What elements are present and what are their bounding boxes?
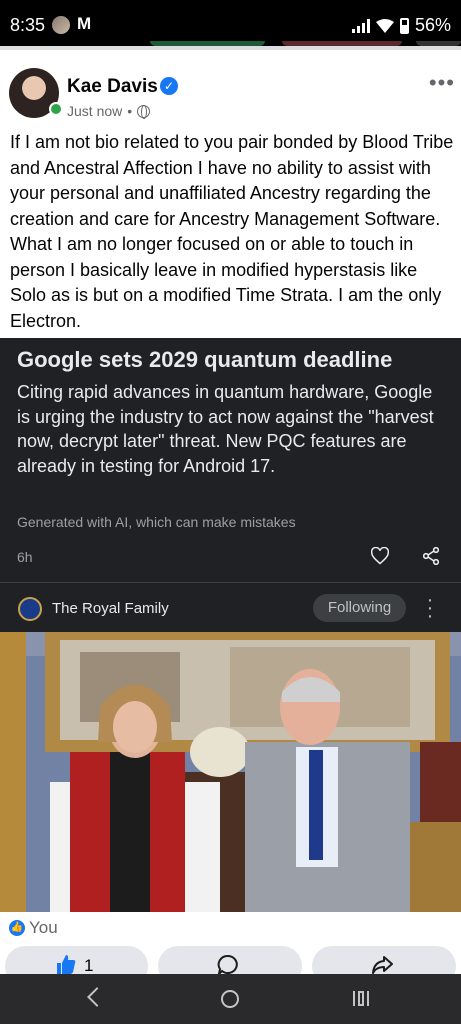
overflow-menu-icon[interactable]: · · ·	[422, 590, 438, 626]
battery-percent: 56%	[414, 15, 451, 35]
comment-icon	[217, 954, 238, 976]
online-status-dot	[49, 102, 63, 116]
status-time: 8:35	[10, 15, 46, 35]
status-bar: 8:35 M 56%	[0, 0, 461, 46]
like-badge-icon: 👍	[9, 920, 25, 936]
recent-apps-icon[interactable]	[353, 991, 369, 1006]
ai-disclaimer: Generated with AI, which can make mistak…	[17, 514, 296, 530]
battery-icon	[399, 17, 409, 34]
back-icon[interactable]	[87, 987, 107, 1007]
news-age: 6h	[17, 549, 33, 565]
globe-icon	[137, 104, 151, 119]
gmail-icon: M	[77, 14, 92, 33]
source-name[interactable]: The Royal Family	[52, 600, 169, 617]
post-timestamp[interactable]: Just now	[67, 103, 122, 119]
source-row: The Royal Family Following · · ·	[0, 582, 461, 632]
following-button[interactable]: Following	[313, 594, 406, 622]
news-summary: Citing rapid advances in quantum hardwar…	[17, 382, 434, 476]
reaction-summary[interactable]: You	[29, 918, 58, 938]
share-arrow-icon	[372, 956, 393, 974]
reactions-bar: 👍 You 1	[0, 912, 461, 986]
meta-separator: •	[127, 103, 133, 119]
share-icon[interactable]	[423, 547, 439, 565]
author-name[interactable]: Kae Davis	[67, 76, 158, 98]
heart-icon[interactable]	[371, 547, 389, 565]
facebook-post: Kae Davis ✓ Just now • ••• If I am not b…	[0, 46, 461, 338]
more-options-icon[interactable]: •••	[429, 70, 455, 96]
post-meta: Just now •	[67, 103, 151, 119]
like-count: 1	[84, 956, 94, 975]
royal-family-logo[interactable]	[18, 597, 42, 621]
news-photo[interactable]	[0, 632, 461, 912]
wifi-icon	[375, 18, 394, 33]
thumbs-up-icon	[57, 955, 76, 974]
home-icon[interactable]	[221, 990, 239, 1008]
signal-icon	[351, 18, 370, 33]
royal-photo-image	[0, 632, 461, 912]
system-nav-bar	[0, 974, 461, 1024]
contact-avatar-icon	[52, 16, 70, 34]
news-title[interactable]: Google sets 2029 quantum deadline	[17, 347, 392, 373]
verified-badge-icon: ✓	[160, 77, 178, 95]
news-card[interactable]: Google sets 2029 quantum deadline Citing…	[0, 338, 461, 582]
post-text: If I am not bio related to you pair bond…	[10, 132, 454, 331]
status-icons: 56%	[351, 15, 451, 36]
